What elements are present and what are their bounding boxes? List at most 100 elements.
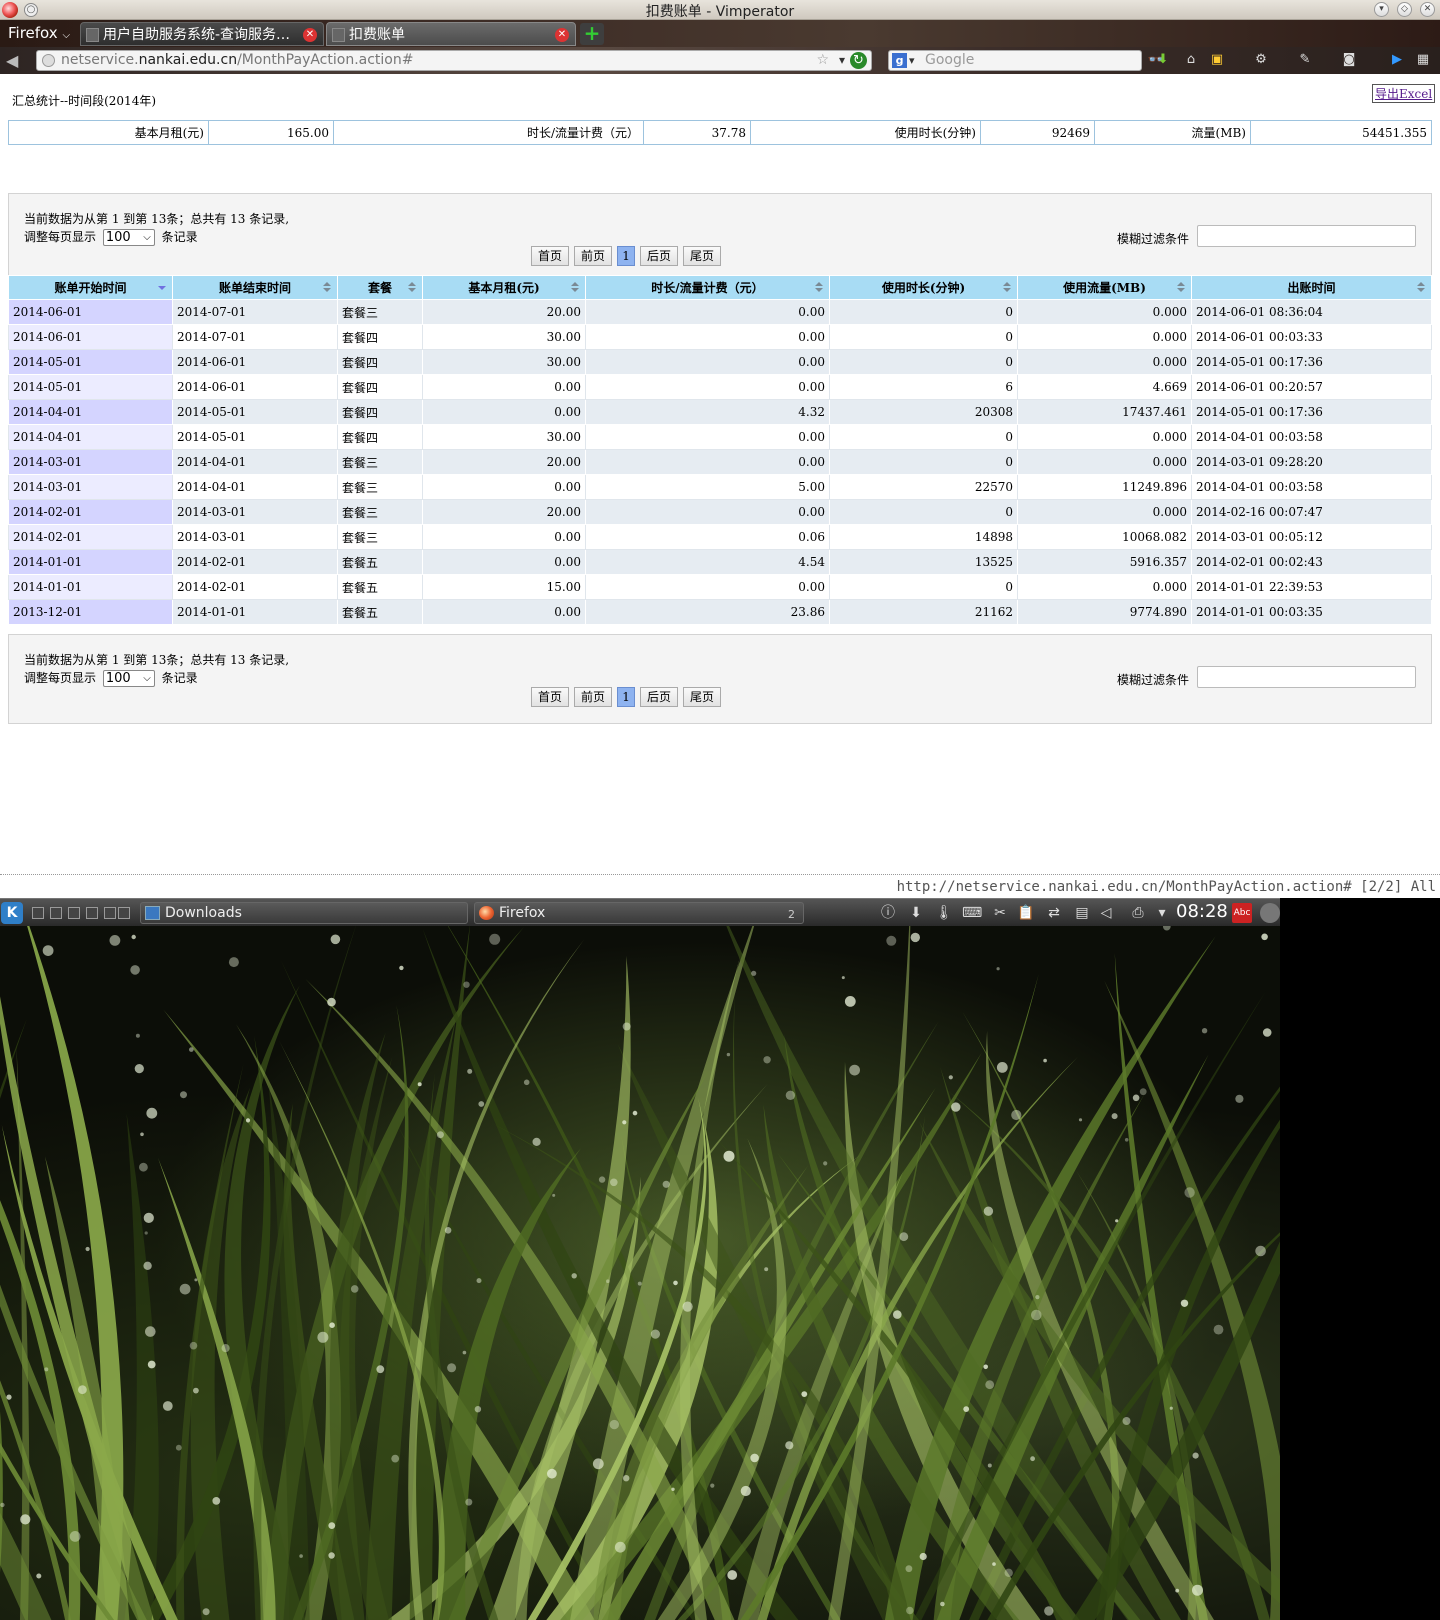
notes-icon[interactable]: ▤ [1072, 903, 1092, 923]
per-page-select[interactable]: 100 ⌵ [102, 670, 155, 687]
bookmark-manager-icon[interactable]: ▣ [1208, 51, 1226, 69]
bookmark-star-icon[interactable]: ☆ [816, 51, 829, 70]
panel-handle-icon[interactable] [1260, 903, 1280, 923]
back-arrow-icon[interactable]: ◀ [6, 51, 18, 70]
column-header[interactable]: 出账时间 [1191, 275, 1432, 300]
search-bar[interactable]: g ▾ Google 👓 [888, 50, 1165, 71]
current-page-button[interactable]: 1 [617, 246, 636, 266]
dictionary-icon[interactable]: Abc [1232, 903, 1252, 923]
column-header-label: 套餐 [367, 281, 392, 295]
table-row[interactable]: 2014-05-01 2014-06-01 套餐四 0.00 0.00 6 4.669 201… [8, 374, 1432, 400]
desktop-pager-icon[interactable] [32, 907, 44, 919]
per-page-select[interactable]: 100 ⌵ [102, 229, 155, 246]
table-cell: 20.00 [422, 499, 586, 525]
url-dropdown-icon[interactable]: ▾ [839, 51, 845, 70]
table-row[interactable]: 2014-06-01 2014-07-01 套餐三 20.00 0.00 0 0.000 20… [8, 299, 1432, 325]
table-row[interactable]: 2014-01-01 2014-02-01 套餐五 15.00 0.00 0 0.000 20… [8, 574, 1432, 600]
table-row[interactable]: 2014-03-01 2014-04-01 套餐三 20.00 0.00 0 0.000 20… [8, 449, 1432, 475]
close-window-icon[interactable]: ✕ [1420, 2, 1435, 17]
filter-input[interactable] [1197, 225, 1416, 247]
table-row[interactable]: 2013-12-01 2014-01-01 套餐五 0.00 23.86 21162 977… [8, 599, 1432, 625]
table-row[interactable]: 2014-04-01 2014-05-01 套餐四 30.00 0.00 0 0.000 20… [8, 424, 1432, 450]
download-icon[interactable]: ⬇ [1154, 51, 1172, 69]
water-droplet [175, 1444, 182, 1451]
export-excel-link[interactable]: 导出Excel [1372, 84, 1436, 103]
table-row[interactable]: 2014-01-01 2014-02-01 套餐五 0.00 4.54 13525 5916… [8, 549, 1432, 575]
water-droplet [1255, 1245, 1266, 1257]
table-controls-top: 当前数据为从第 1 到第 13条；总共有 13 条记录, 调整每页显示 100 ⌵… [8, 193, 1432, 282]
table-cell: 2014-07-01 [172, 299, 338, 325]
tab-user-service[interactable]: 用户自助服务系统-查询服务… ✕ [80, 22, 324, 46]
tools-icon[interactable]: ✎ [1296, 51, 1314, 69]
reload-icon[interactable]: ↻ [850, 52, 867, 69]
water-droplet [1192, 1584, 1203, 1596]
kde-launcher-icon[interactable]: K [1, 902, 23, 924]
current-page-button[interactable]: 1 [617, 687, 636, 707]
column-header[interactable]: 基本月租(元) [422, 275, 586, 300]
desktop-pager-icon[interactable] [68, 907, 80, 919]
desktop-pager-icon[interactable] [104, 907, 116, 919]
task-downloads[interactable]: Downloads [140, 902, 468, 924]
water-droplet [740, 1485, 751, 1497]
column-header[interactable]: 账单开始时间 [8, 275, 173, 300]
home-icon[interactable]: ⌂ [1182, 51, 1200, 69]
tab-label: 用户自助服务系统-查询服务… [103, 27, 291, 43]
table-row[interactable]: 2014-05-01 2014-06-01 套餐四 30.00 0.00 0 0.000 20… [8, 349, 1432, 375]
tab-billing[interactable]: 扣费账单 ✕ [326, 22, 576, 46]
camera-icon[interactable]: ◙ [1340, 51, 1358, 69]
column-header[interactable]: 账单结束时间 [172, 275, 338, 300]
desktop-pager-icon[interactable] [118, 907, 130, 919]
volume-icon[interactable]: ◁ [1096, 903, 1116, 923]
extension-icon[interactable]: ▦ [1414, 51, 1432, 69]
tray-expand-icon[interactable]: ▾ [1152, 903, 1172, 923]
close-tab-icon[interactable]: ✕ [303, 28, 317, 42]
table-cell: 2014-02-01 [8, 524, 173, 550]
new-tab-button[interactable]: + [580, 23, 604, 45]
prev-page-button[interactable]: 前页 [574, 687, 613, 707]
filter-input[interactable] [1197, 666, 1416, 688]
last-page-button[interactable]: 尾页 [683, 246, 722, 266]
table-row[interactable]: 2014-06-01 2014-07-01 套餐四 30.00 0.00 0 0.000 20… [8, 324, 1432, 350]
prev-page-button[interactable]: 前页 [574, 246, 613, 266]
desktop-pager-icon[interactable] [50, 907, 62, 919]
printer-icon[interactable]: ⎙ [1128, 903, 1148, 923]
firefox-menu-button[interactable]: Firefox ⌵ [2, 23, 76, 44]
addon-icon[interactable]: ⚙ [1252, 51, 1270, 69]
thermometer-icon[interactable]: 🌡 [934, 903, 954, 923]
desktop-pager-icon[interactable] [86, 907, 98, 919]
first-page-button[interactable]: 首页 [531, 687, 570, 707]
table-cell: 2014-02-01 [172, 574, 338, 600]
keyboard-icon[interactable]: ⌨ [962, 903, 982, 923]
table-row[interactable]: 2014-02-01 2014-03-01 套餐三 20.00 0.00 0 0.000 20… [8, 499, 1432, 525]
water-droplet [849, 1064, 860, 1076]
download-icon[interactable]: ⬇ [906, 903, 926, 923]
column-header[interactable]: 套餐 [337, 275, 423, 300]
minimize-icon[interactable]: ▾ [1374, 2, 1389, 17]
table-row[interactable]: 2014-03-01 2014-04-01 套餐三 0.00 5.00 22570 1124… [8, 474, 1432, 500]
water-droplet [623, 1475, 630, 1482]
table-row[interactable]: 2014-04-01 2014-05-01 套餐四 0.00 4.32 20308 1743… [8, 399, 1432, 425]
scissors-icon[interactable]: ✂ [990, 903, 1010, 923]
column-header[interactable]: 使用流量(MB) [1017, 275, 1192, 300]
search-engine-dropdown-icon[interactable]: ▾ [909, 51, 915, 70]
close-tab-icon[interactable]: ✕ [555, 28, 569, 42]
first-page-button[interactable]: 首页 [531, 246, 570, 266]
clipboard-icon[interactable]: 📋 [1016, 903, 1036, 923]
column-header[interactable]: 使用时长(分钟) [829, 275, 1018, 300]
water-droplet [328, 1552, 335, 1559]
column-header[interactable]: 时长/流量计费（元） [585, 275, 830, 300]
media-icon[interactable]: ▶ [1388, 51, 1406, 69]
last-page-button[interactable]: 尾页 [683, 687, 722, 707]
maximize-icon[interactable]: ◇ [1397, 2, 1412, 17]
water-droplet [996, 967, 1000, 971]
next-page-button[interactable]: 后页 [640, 687, 679, 707]
summary-label: 基本月租(元) [8, 120, 209, 145]
table-row[interactable]: 2014-02-01 2014-03-01 套餐三 0.00 0.06 14898 1006… [8, 524, 1432, 550]
next-page-button[interactable]: 后页 [640, 246, 679, 266]
table-cell: 2013-12-01 [8, 599, 173, 625]
info-icon[interactable]: ⓘ [878, 903, 898, 923]
network-icon[interactable]: ⇄ [1044, 903, 1064, 923]
task-firefox[interactable]: Firefox 2 [474, 902, 804, 924]
url-bar[interactable]: netservice.nankai.edu.cn/MonthPayAction.… [36, 50, 872, 71]
table-cell: 2014-05-01 [172, 399, 338, 425]
